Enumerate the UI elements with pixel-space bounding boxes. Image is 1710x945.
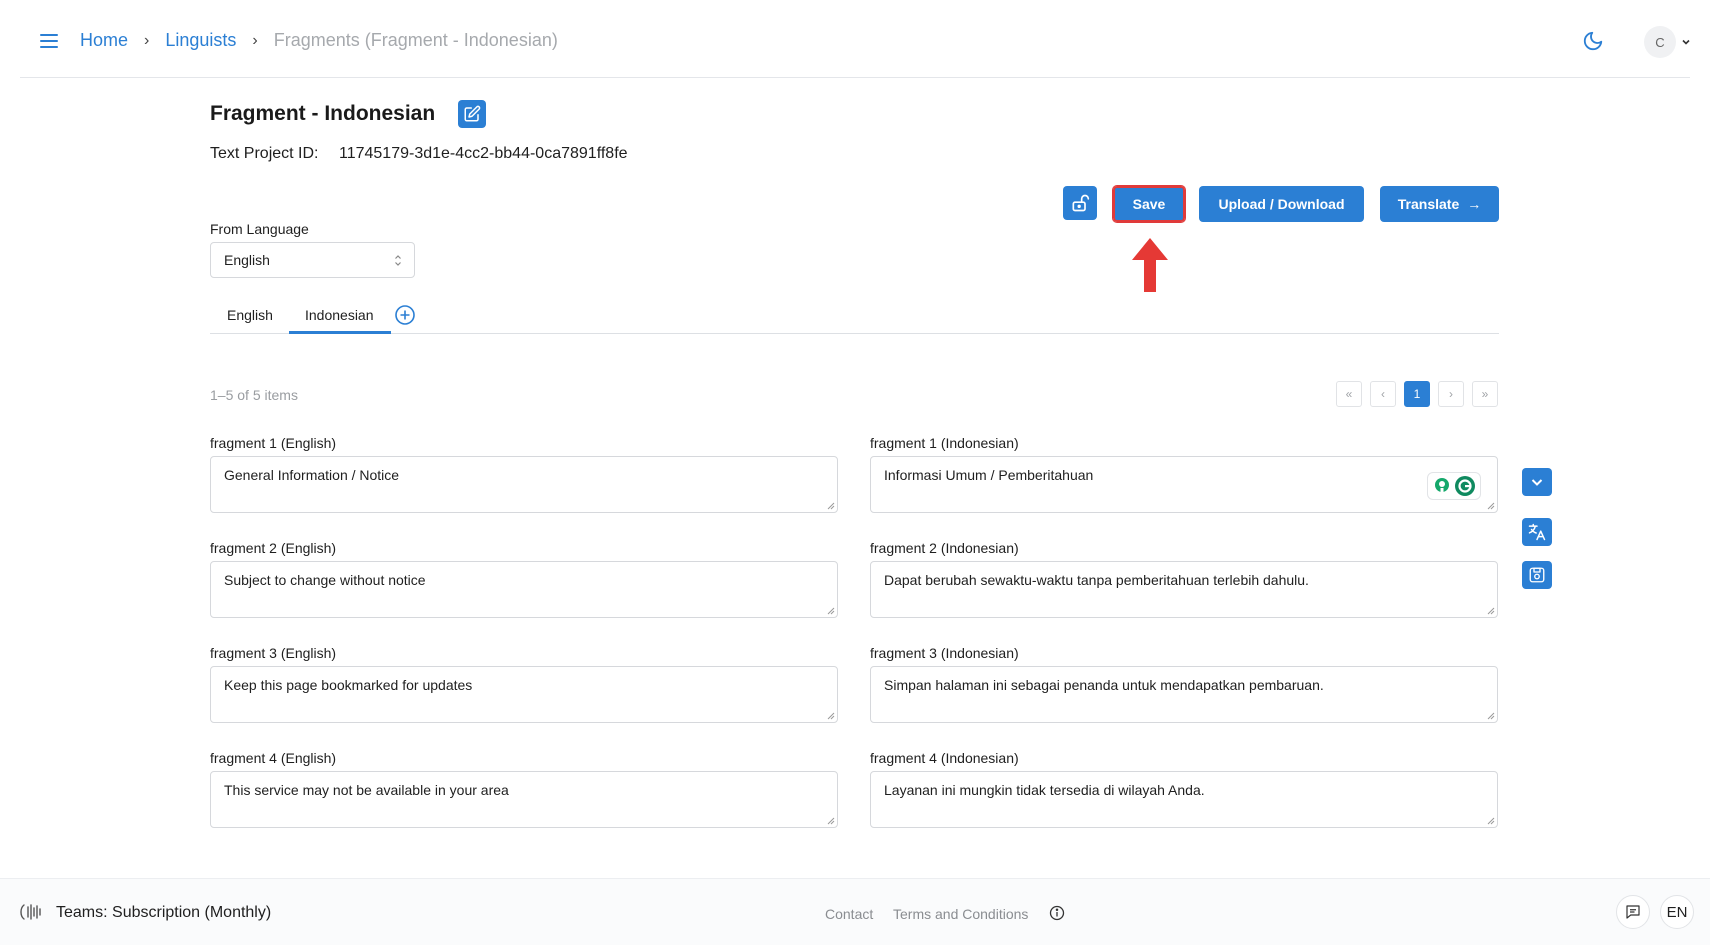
resize-handle-icon[interactable] bbox=[827, 817, 835, 825]
prev-page-button[interactable]: ‹ bbox=[1370, 381, 1396, 407]
menu-icon[interactable] bbox=[40, 34, 58, 48]
tab-english[interactable]: English bbox=[227, 307, 273, 323]
unlock-button[interactable] bbox=[1063, 186, 1097, 220]
save-button[interactable]: Save bbox=[1112, 185, 1186, 223]
tab-indonesian[interactable]: Indonesian bbox=[305, 307, 374, 323]
project-id-value: 11745179-3d1e-4cc2-bb44-0ca7891ff8fe bbox=[339, 145, 628, 162]
fragment-source-text: Keep this page bookmarked for updates bbox=[224, 677, 473, 693]
resize-handle-icon[interactable] bbox=[1487, 502, 1495, 510]
red-arrow-annotation bbox=[1132, 238, 1168, 292]
next-page-button[interactable]: › bbox=[1438, 381, 1464, 407]
info-icon[interactable] bbox=[1049, 905, 1065, 921]
company-logo-icon bbox=[20, 904, 41, 920]
first-page-button[interactable]: « bbox=[1336, 381, 1362, 407]
fragment-source-textarea[interactable]: This service may not be available in you… bbox=[210, 771, 838, 828]
machine-translate-button[interactable] bbox=[1522, 518, 1552, 546]
fragment-source-label: fragment 3 (English) bbox=[210, 645, 337, 661]
edit-icon bbox=[464, 105, 481, 122]
save-fragment-button[interactable] bbox=[1522, 561, 1552, 589]
chevron-down-icon bbox=[1531, 479, 1543, 486]
arrow-right-icon: → bbox=[1467, 196, 1482, 212]
page-title: Fragment - Indonesian bbox=[210, 102, 436, 125]
resize-handle-icon[interactable] bbox=[827, 712, 835, 720]
dark-mode-moon-icon[interactable] bbox=[1582, 30, 1604, 52]
fragment-target-label: fragment 1 (Indonesian) bbox=[870, 435, 1019, 451]
fragment-target-textarea[interactable]: Dapat berubah sewaktu-waktu tanpa pember… bbox=[870, 561, 1498, 618]
translate-button-label: Translate bbox=[1397, 196, 1460, 212]
add-language-icon[interactable] bbox=[394, 304, 416, 326]
fragment-source-label: fragment 1 (English) bbox=[210, 435, 337, 451]
fragment-source-label: fragment 4 (English) bbox=[210, 750, 337, 766]
fragment-source-label: fragment 2 (English) bbox=[210, 540, 337, 556]
last-page-button[interactable]: » bbox=[1472, 381, 1498, 407]
fragment-target-text: Simpan halaman ini sebagai penanda untuk… bbox=[884, 677, 1324, 693]
fragment-source-text: General Information / Notice bbox=[224, 467, 400, 483]
fragment-target-text: Informasi Umum / Pemberitahuan bbox=[884, 467, 1094, 483]
chevron-right-icon: › bbox=[252, 31, 258, 49]
translate-icon bbox=[1528, 523, 1546, 541]
fragment-target-textarea[interactable]: Simpan halaman ini sebagai penanda untuk… bbox=[870, 666, 1498, 723]
edit-title-button[interactable] bbox=[458, 100, 486, 128]
floppy-disk-icon bbox=[1529, 567, 1545, 583]
avatar[interactable]: C bbox=[1644, 26, 1676, 58]
grammarly-widget[interactable] bbox=[1427, 472, 1481, 500]
items-count: 1–5 of 5 items bbox=[210, 387, 298, 403]
fragment-source-textarea[interactable]: Keep this page bookmarked for updates bbox=[210, 666, 838, 723]
language-tabs: English Indonesian bbox=[210, 302, 1499, 334]
breadcrumb-current: Fragments (Fragment - Indonesian) bbox=[273, 30, 558, 50]
top-bar: Home › Linguists › Fragments (Fragment -… bbox=[20, 0, 1690, 78]
fragment-source-text: This service may not be available in you… bbox=[224, 782, 509, 798]
sort-arrows-icon bbox=[395, 255, 401, 266]
grammarly-icon bbox=[1454, 476, 1475, 496]
resize-handle-icon[interactable] bbox=[827, 607, 835, 615]
active-tab-indicator bbox=[289, 331, 391, 334]
chevron-right-icon: › bbox=[144, 31, 150, 49]
expand-button[interactable] bbox=[1522, 468, 1552, 496]
contact-link[interactable]: Contact bbox=[825, 906, 873, 922]
fragment-source-text: Subject to change without notice bbox=[224, 572, 426, 588]
subscription-plan: Teams: Subscription (Monthly) bbox=[56, 904, 272, 921]
fragment-target-label: fragment 4 (Indonesian) bbox=[870, 750, 1019, 766]
terms-link[interactable]: Terms and Conditions bbox=[893, 906, 1028, 922]
breadcrumb-home[interactable]: Home bbox=[80, 30, 128, 51]
resize-handle-icon[interactable] bbox=[1487, 607, 1495, 615]
resize-handle-icon[interactable] bbox=[827, 502, 835, 510]
page-1-button[interactable]: 1 bbox=[1404, 381, 1430, 407]
fragment-target-textarea[interactable]: Layanan ini mungkin tidak tersedia di wi… bbox=[870, 771, 1498, 828]
unlock-icon bbox=[1072, 194, 1090, 212]
chat-icon bbox=[1626, 905, 1640, 919]
from-language-value: English bbox=[224, 252, 270, 268]
language-switcher[interactable]: EN bbox=[1660, 895, 1694, 929]
resize-handle-icon[interactable] bbox=[1487, 817, 1495, 825]
fragment-target-label: fragment 2 (Indonesian) bbox=[870, 540, 1019, 556]
from-language-label: From Language bbox=[210, 221, 309, 237]
fragment-target-textarea[interactable]: Informasi Umum / Pemberitahuan bbox=[870, 456, 1498, 513]
translate-button[interactable]: Translate → bbox=[1380, 186, 1499, 222]
fragment-target-text: Dapat berubah sewaktu-waktu tanpa pember… bbox=[884, 572, 1309, 588]
fragment-target-text: Layanan ini mungkin tidak tersedia di wi… bbox=[884, 782, 1205, 798]
resize-handle-icon[interactable] bbox=[1487, 712, 1495, 720]
user-menu[interactable]: C bbox=[1644, 26, 1692, 58]
from-language-select[interactable]: English bbox=[210, 242, 415, 278]
fragment-target-label: fragment 3 (Indonesian) bbox=[870, 645, 1019, 661]
breadcrumb: Home › Linguists › Fragments (Fragment -… bbox=[80, 30, 558, 51]
lightbulb-icon bbox=[1434, 478, 1449, 492]
fragment-source-textarea[interactable]: General Information / Notice bbox=[210, 456, 838, 513]
fragment-source-textarea[interactable]: Subject to change without notice bbox=[210, 561, 838, 618]
project-id-label: Text Project ID: bbox=[210, 145, 319, 162]
upload-download-button[interactable]: Upload / Download bbox=[1199, 186, 1364, 222]
breadcrumb-linguists[interactable]: Linguists bbox=[165, 30, 236, 51]
footer: Teams: Subscription (Monthly) Contact Te… bbox=[0, 878, 1710, 945]
chevron-down-icon[interactable] bbox=[1680, 36, 1692, 48]
chat-button[interactable] bbox=[1616, 895, 1650, 929]
